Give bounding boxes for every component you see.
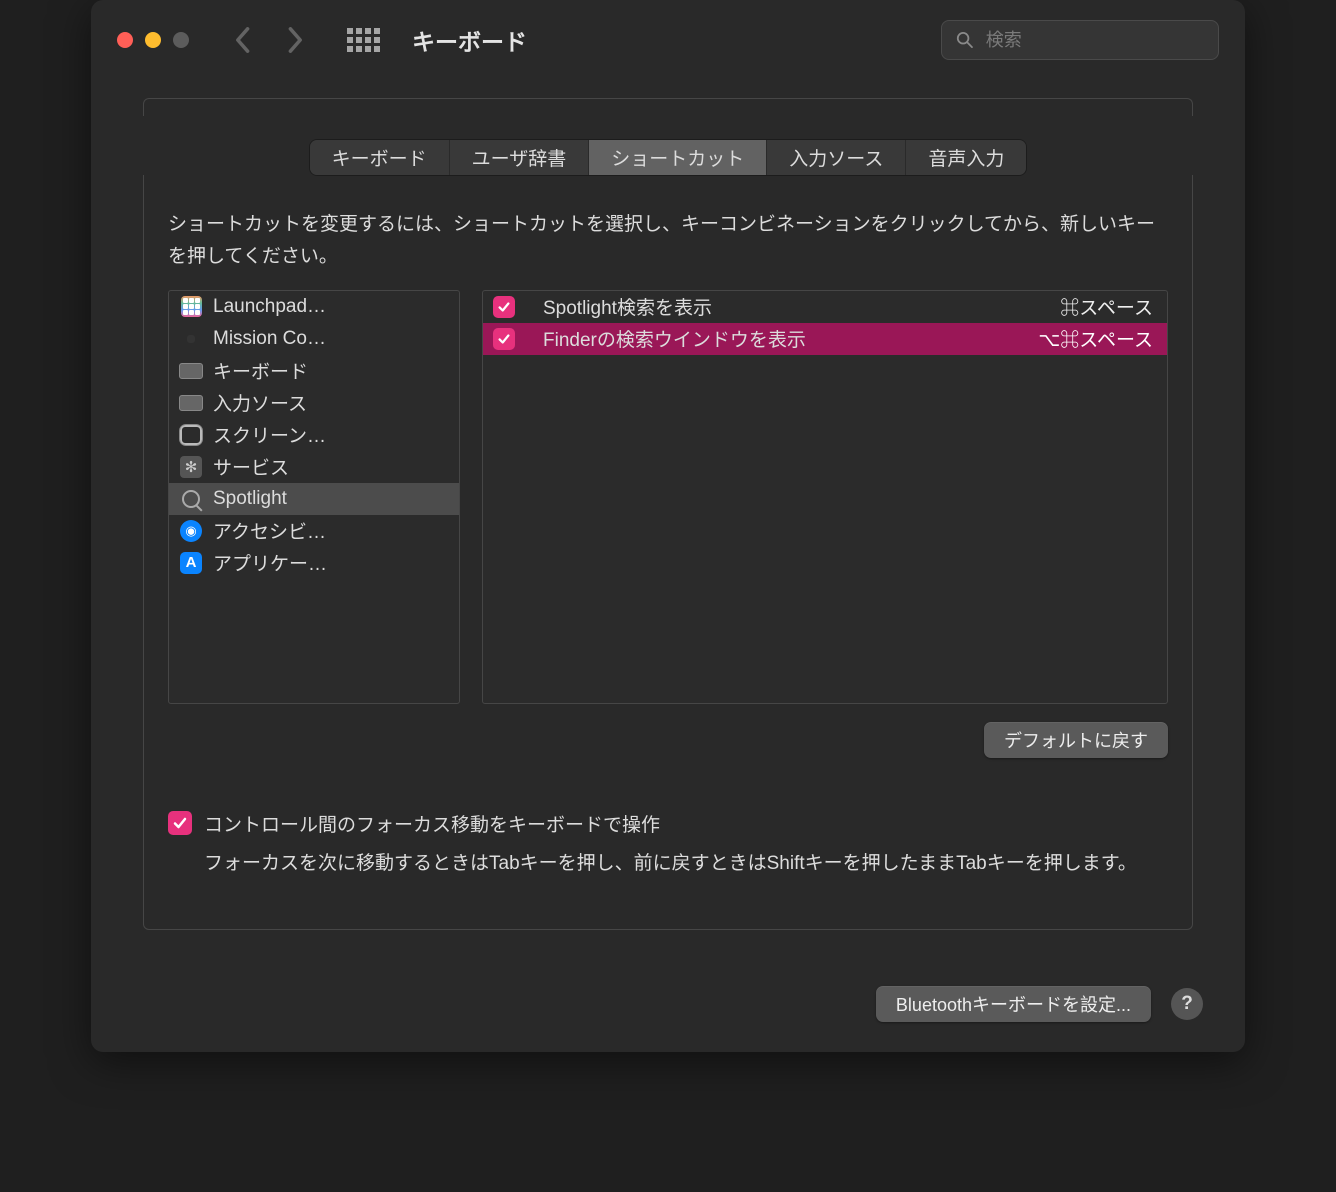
spotlight-icon [179,488,203,510]
footer: Bluetoothキーボードを設定... ? [91,974,1245,1052]
keyboard-nav-checkbox[interactable] [168,811,192,835]
tab-1[interactable]: ユーザ辞書 [450,140,590,175]
shortcut-checkbox[interactable] [493,328,515,350]
shortcut-list[interactable]: Spotlight検索を表示 ⌘スペース Finderの検索ウインドウを表示 ⌥⌘スペ… [482,290,1168,704]
shortcut-checkbox[interactable] [493,296,515,318]
tab-4[interactable]: 音声入力 [906,140,1026,175]
screenshot-icon [179,424,203,446]
restore-defaults-button[interactable]: デフォルトに戻す [984,722,1168,758]
category-item[interactable]: ◉ アクセシビ… [169,515,459,547]
category-label: アプリケー… [213,549,327,576]
preferences-window: キーボード キーボードユーザ辞書ショートカット入力ソース音声入力 ショートカット… [91,0,1245,1052]
mission-icon [179,328,203,350]
category-label: Mission Co… [213,328,326,350]
tabs-row: キーボードユーザ辞書ショートカット入力ソース音声入力 [91,80,1245,175]
input-icon [179,392,203,414]
category-label: サービス [213,453,289,480]
close-window-button[interactable] [117,32,133,48]
zoom-window-button[interactable] [173,32,189,48]
category-item[interactable]: 入力ソース [169,387,459,419]
category-label: スクリーン… [213,421,326,448]
traffic-lights [117,32,189,48]
titlebar: キーボード [91,0,1245,80]
keyboard-nav-label: コントロール間のフォーカス移動をキーボードで操作 [204,810,660,837]
window-title: キーボード [412,23,927,57]
category-label: Spotlight [213,488,287,510]
keyboard-nav-row: コントロール間のフォーカス移動をキーボードで操作 [168,810,1168,837]
help-button[interactable]: ? [1171,988,1203,1020]
category-label: アクセシビ… [213,517,326,544]
category-item[interactable]: キーボード [169,355,459,387]
category-item[interactable]: スクリーン… [169,419,459,451]
category-label: Launchpad… [213,296,326,318]
search-icon [956,30,974,50]
category-item[interactable]: Spotlight [169,483,459,515]
instructions-text: ショートカットを変更するには、ショートカットを選択し、キーコンビネーションをクリ… [168,209,1168,274]
search-input[interactable] [984,29,1204,52]
category-label: キーボード [213,357,308,384]
shortcut-keys[interactable]: ⌥⌘スペース [1038,325,1153,352]
columns: Launchpad… Mission Co… キーボード入力ソーススクリーン… ✻ サー… [168,290,1168,704]
category-item[interactable]: A アプリケー… [169,547,459,579]
category-list[interactable]: Launchpad… Mission Co… キーボード入力ソーススクリーン… ✻ サー… [168,290,460,704]
category-item[interactable]: ✻ サービス [169,451,459,483]
tab-3[interactable]: 入力ソース [767,140,906,175]
nav-forward-button[interactable] [287,26,305,54]
nav-arrows [233,26,305,54]
nav-back-button[interactable] [233,26,251,54]
minimize-window-button[interactable] [145,32,161,48]
shortcut-keys[interactable]: ⌘スペース [1060,293,1153,320]
app-icon: A [179,552,203,574]
show-all-icon[interactable] [347,28,380,52]
category-item[interactable]: Launchpad… [169,291,459,323]
tabs: キーボードユーザ辞書ショートカット入力ソース音声入力 [310,140,1027,175]
services-icon: ✻ [179,456,203,478]
tab-2[interactable]: ショートカット [589,140,767,175]
category-label: 入力ソース [213,389,307,416]
keyboard-icon [179,360,203,382]
shortcut-row[interactable]: Finderの検索ウインドウを表示 ⌥⌘スペース [483,323,1167,355]
category-item[interactable]: Mission Co… [169,323,459,355]
body-panel: ショートカットを変更するには、ショートカットを選択し、キーコンビネーションをクリ… [143,175,1193,930]
shortcut-row[interactable]: Spotlight検索を表示 ⌘スペース [483,291,1167,323]
access-icon: ◉ [179,520,203,542]
search-box[interactable] [941,20,1219,60]
shortcut-label: Spotlight検索を表示 [531,293,1044,320]
bluetooth-setup-button[interactable]: Bluetoothキーボードを設定... [876,986,1151,1022]
launchpad-icon [179,296,203,318]
tab-0[interactable]: キーボード [310,140,450,175]
keyboard-nav-description: フォーカスを次に移動するときはTabキーを押し、前に戻すときはShiftキーを押… [204,847,1168,881]
shortcut-label: Finderの検索ウインドウを表示 [531,325,1022,352]
